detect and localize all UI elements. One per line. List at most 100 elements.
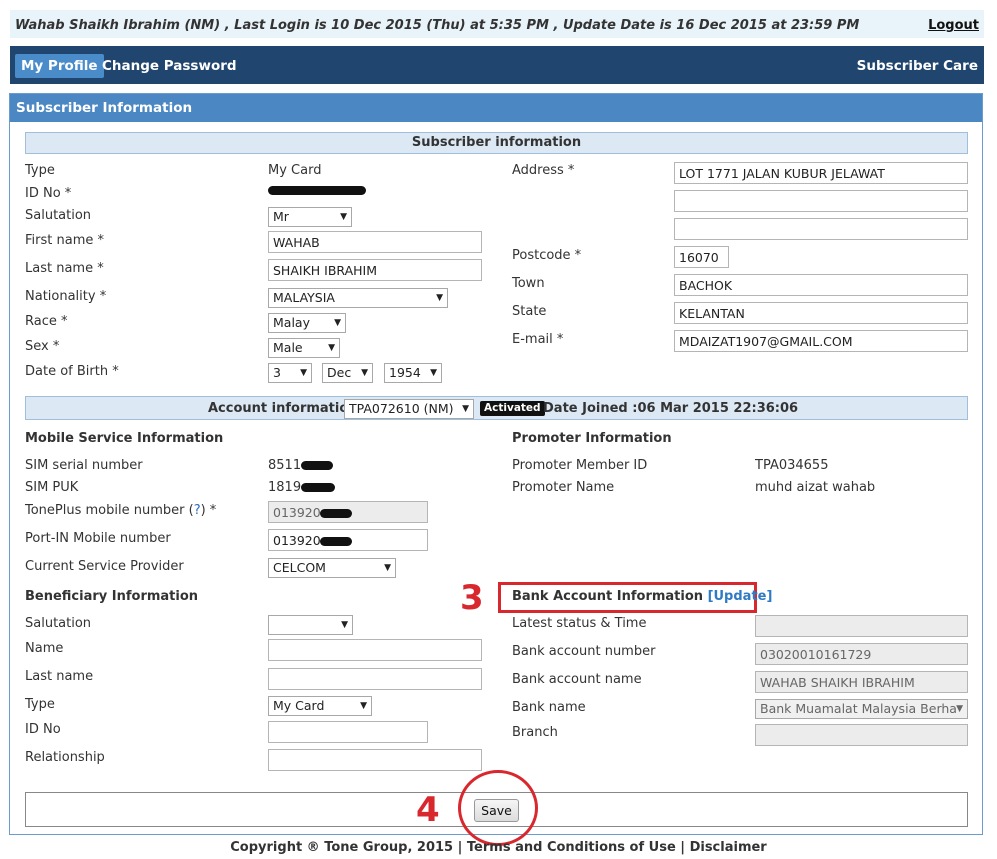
- beneficiary-last-name-label: Last name: [25, 669, 94, 684]
- first-name-input[interactable]: [268, 231, 482, 253]
- type-value: My Card: [268, 163, 322, 178]
- sim-puk-redacted: [301, 483, 335, 492]
- bank-branch-input: [755, 724, 968, 746]
- dob-day-select[interactable]: 3 ▼: [268, 363, 312, 383]
- toneplus-number-label: TonePlus mobile number (?) *: [25, 503, 217, 518]
- main-nav-bar: My Profile Change Password Subscriber Ca…: [10, 46, 984, 84]
- chevron-down-icon: ▼: [430, 368, 437, 378]
- account-section-header: Account information TPA072610 (NM) ▼ Acti…: [25, 396, 968, 420]
- bank-account-number-label: Bank account number: [512, 644, 656, 659]
- bank-info-title: Bank Account Information [Update]: [512, 589, 773, 604]
- chevron-down-icon: ▼: [300, 368, 307, 378]
- promoter-id-value: TPA034655: [755, 458, 829, 473]
- last-name-label: Last name *: [25, 261, 104, 276]
- panel-title: Subscriber Information: [10, 94, 982, 122]
- bank-status-label: Latest status & Time: [512, 616, 647, 631]
- bank-update-link[interactable]: [Update]: [708, 589, 773, 604]
- beneficiary-name-label: Name: [25, 641, 64, 656]
- relationship-label: Relationship: [25, 750, 105, 765]
- chevron-down-icon: ▼: [462, 404, 469, 414]
- nationality-select[interactable]: MALAYSIA ▼: [268, 288, 448, 308]
- beneficiary-id-label: ID No: [25, 722, 61, 737]
- chevron-down-icon: ▼: [360, 701, 367, 711]
- sex-label: Sex *: [25, 339, 60, 354]
- bank-account-name-input: [755, 671, 968, 693]
- subscriber-section-header: Subscriber information: [25, 132, 968, 154]
- id-no-redacted: [268, 186, 366, 195]
- postcode-label: Postcode *: [512, 248, 582, 263]
- email-input[interactable]: [674, 330, 968, 352]
- last-name-input[interactable]: [268, 259, 482, 281]
- annotation-step-3: 3: [460, 578, 484, 618]
- sim-puk-label: SIM PUK: [25, 480, 79, 495]
- footer-text: Copyright ® Tone Group, 2015 | Terms and…: [230, 840, 767, 855]
- beneficiary-salutation-select[interactable]: ▼: [268, 615, 353, 635]
- sim-serial-value: 8511: [268, 458, 302, 473]
- bank-account-number-input: [755, 643, 968, 665]
- chevron-down-icon: ▼: [334, 318, 341, 328]
- state-label: State: [512, 304, 547, 319]
- address-line2-input[interactable]: [674, 190, 968, 212]
- beneficiary-type-label: Type: [25, 697, 55, 712]
- tab-my-profile[interactable]: My Profile: [15, 54, 104, 78]
- account-select[interactable]: TPA072610 (NM) ▼: [344, 399, 474, 419]
- portin-redacted: [320, 537, 352, 546]
- promoter-id-label: Promoter Member ID: [512, 458, 648, 473]
- toneplus-redacted: [320, 509, 352, 518]
- salutation-label: Salutation: [25, 208, 92, 223]
- bank-account-name-label: Bank account name: [512, 672, 642, 687]
- chevron-down-icon: ▼: [341, 620, 348, 630]
- beneficiary-name-input[interactable]: [268, 639, 482, 661]
- chevron-down-icon: ▼: [956, 704, 963, 714]
- relationship-input[interactable]: [268, 749, 482, 771]
- state-input[interactable]: [674, 302, 968, 324]
- first-name-label: First name *: [25, 233, 104, 248]
- town-label: Town: [512, 276, 545, 291]
- help-icon[interactable]: ?: [194, 503, 201, 518]
- chevron-down-icon: ▼: [384, 563, 391, 573]
- race-select[interactable]: Malay ▼: [268, 313, 346, 333]
- beneficiary-salutation-label: Salutation: [25, 616, 92, 631]
- provider-label: Current Service Provider: [25, 559, 184, 574]
- race-label: Race *: [25, 314, 68, 329]
- sim-serial-redacted: [301, 461, 333, 470]
- town-input[interactable]: [674, 274, 968, 296]
- dob-label: Date of Birth *: [25, 364, 119, 379]
- dob-year-select[interactable]: 1954 ▼: [384, 363, 442, 383]
- sim-puk-value: 1819: [268, 480, 302, 495]
- beneficiary-title: Beneficiary Information: [25, 589, 199, 604]
- postcode-input[interactable]: [674, 246, 729, 268]
- top-info-bar: Wahab Shaikh Ibrahim (NM) , Last Login i…: [10, 10, 984, 38]
- tab-change-password[interactable]: Change Password: [96, 54, 243, 78]
- promoter-title: Promoter Information: [512, 431, 672, 446]
- bank-branch-label: Branch: [512, 725, 558, 740]
- logout-link[interactable]: Logout: [928, 18, 979, 33]
- email-label: E-mail *: [512, 332, 564, 347]
- status-badge: Activated: [480, 401, 545, 416]
- chevron-down-icon: ▼: [436, 293, 443, 303]
- provider-select[interactable]: CELCOM ▼: [268, 558, 396, 578]
- chevron-down-icon: ▼: [361, 368, 368, 378]
- beneficiary-id-input[interactable]: [268, 721, 428, 743]
- login-info-text: Wahab Shaikh Ibrahim (NM) , Last Login i…: [15, 18, 860, 33]
- sim-serial-label: SIM serial number: [25, 458, 143, 473]
- address-line1-input[interactable]: [674, 162, 968, 184]
- address-line3-input[interactable]: [674, 218, 968, 240]
- beneficiary-type-select[interactable]: My Card ▼: [268, 696, 372, 716]
- bank-name-label: Bank name: [512, 700, 586, 715]
- sex-select[interactable]: Male ▼: [268, 338, 340, 358]
- bank-status-input: [755, 615, 968, 637]
- nationality-label: Nationality *: [25, 289, 107, 304]
- type-label: Type: [25, 163, 55, 178]
- address-label: Address *: [512, 163, 575, 178]
- chevron-down-icon: ▼: [328, 343, 335, 353]
- date-joined-text: Date Joined :06 Mar 2015 22:36:06: [543, 401, 799, 416]
- annotation-circle: [458, 770, 538, 846]
- beneficiary-last-name-input[interactable]: [268, 668, 482, 690]
- portin-number-label: Port-IN Mobile number: [25, 531, 171, 546]
- dob-month-select[interactable]: Dec ▼: [322, 363, 373, 383]
- salutation-select[interactable]: Mr ▼: [268, 207, 352, 227]
- promoter-name-value: muhd aizat wahab: [755, 480, 876, 495]
- bank-name-select: Bank Muamalat Malaysia Berha ▼: [755, 699, 968, 719]
- tab-subscriber-care[interactable]: Subscriber Care: [851, 54, 984, 78]
